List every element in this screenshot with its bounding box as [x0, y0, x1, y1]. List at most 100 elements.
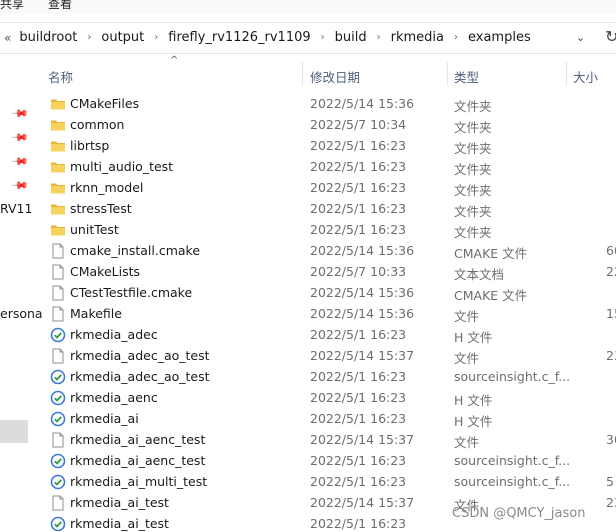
- sourceinsight-icon: [50, 474, 66, 490]
- file-row[interactable]: librtsp 2022/5/1 16:23 文件夹: [30, 136, 616, 157]
- file-size: 22: [606, 264, 616, 279]
- folder-icon: [50, 159, 66, 175]
- nav-item[interactable]: RV11: [0, 201, 32, 216]
- file-row[interactable]: multi_audio_test 2022/5/1 16:23 文件夹: [30, 157, 616, 178]
- file-name: stressTest: [70, 201, 132, 216]
- file-row[interactable]: unitTest 2022/5/1 16:23 文件夹: [30, 220, 616, 241]
- file-name: rknn_model: [70, 180, 144, 195]
- pin-icon: 📌: [10, 152, 30, 171]
- file-name: CMakeFiles: [70, 96, 140, 111]
- file-row[interactable]: CTestTestfile.cmake 2022/5/14 15:36 CMAKE …: [30, 283, 616, 304]
- file-row[interactable]: rkmedia_ai_aenc_test 2022/5/1 16:23 source…: [30, 451, 616, 472]
- chevron-right-icon[interactable]: ›: [154, 32, 158, 43]
- column-divider[interactable]: [447, 62, 448, 86]
- file-row[interactable]: rkmedia_ai_multi_test 2022/5/1 16:23 sourc…: [30, 472, 616, 493]
- file-type: 文件夹: [454, 204, 492, 219]
- folder-icon: [50, 222, 66, 238]
- ribbon-view-tab[interactable]: 查看: [48, 0, 72, 12]
- file-name: CMakeLists: [70, 264, 141, 279]
- address-bar[interactable]: « buildroot › output › firefly_rv1126_rv…: [0, 22, 616, 54]
- file-row[interactable]: rknn_model 2022/5/1 16:23 文件夹: [30, 178, 616, 199]
- overflow-chevron-icon[interactable]: «: [4, 31, 11, 45]
- breadcrumb-item[interactable]: output: [99, 30, 146, 45]
- file-icon: [50, 348, 66, 364]
- file-row[interactable]: rkmedia_adec 2022/5/1 16:23 H 文件: [30, 325, 616, 346]
- chevron-right-icon[interactable]: ›: [454, 32, 458, 43]
- file-date: 2022/5/7 10:34: [310, 117, 407, 132]
- file-name: common: [70, 117, 125, 132]
- file-date: 2022/5/1 16:23: [310, 390, 407, 405]
- file-name: multi_audio_test: [70, 159, 174, 174]
- file-name: librtsp: [70, 138, 110, 153]
- pin-icon: 📌: [10, 104, 30, 123]
- address-dropdown-icon[interactable]: ⌄: [576, 31, 585, 44]
- column-size-header[interactable]: 大小: [573, 67, 598, 86]
- file-row[interactable]: rkmedia_aenc 2022/5/1 16:23 H 文件: [30, 388, 616, 409]
- file-row[interactable]: common 2022/5/7 10:34 文件夹: [30, 115, 616, 136]
- chevron-right-icon[interactable]: ›: [321, 32, 325, 43]
- sourceinsight-icon: [50, 411, 66, 427]
- file-row[interactable]: Makefile 2022/5/14 15:36 文件 152: [30, 304, 616, 325]
- column-name-header[interactable]: 名称: [48, 67, 73, 86]
- file-type: 文件夹: [454, 120, 492, 135]
- file-icon: [50, 306, 66, 322]
- file-icon: [50, 432, 66, 448]
- file-type: sourceinsight.c_f...: [454, 453, 571, 468]
- file-row[interactable]: cmake_install.cmake 2022/5/14 15:36 CMAKE …: [30, 241, 616, 262]
- file-type: H 文件: [454, 414, 493, 429]
- file-date: 2022/5/1 16:23: [310, 138, 407, 153]
- file-date: 2022/5/1 16:23: [310, 369, 407, 384]
- file-size: 30: [606, 432, 616, 447]
- file-name: rkmedia_ai_test: [70, 516, 169, 531]
- column-type-header[interactable]: 类型: [454, 67, 479, 86]
- file-name: Makefile: [70, 306, 122, 321]
- file-row[interactable]: CMakeFiles 2022/5/14 15:36 文件夹: [30, 94, 616, 115]
- pin-icon: 📌: [10, 128, 30, 147]
- nav-item-selected[interactable]: [0, 420, 28, 443]
- file-name: rkmedia_adec_ao_test: [70, 348, 210, 363]
- refresh-icon[interactable]: ↻: [605, 27, 616, 46]
- folder-icon: [50, 117, 66, 133]
- breadcrumb-item[interactable]: rkmedia: [389, 30, 446, 45]
- pin-icon: 📌: [10, 176, 30, 195]
- file-date: 2022/5/1 16:23: [310, 453, 407, 468]
- file-date: 2022/5/1 16:23: [310, 516, 407, 531]
- breadcrumb-item[interactable]: build: [333, 30, 369, 45]
- chevron-right-icon[interactable]: ›: [377, 32, 381, 43]
- file-row[interactable]: CMakeLists 2022/5/7 10:33 文本文档 22: [30, 262, 616, 283]
- breadcrumb-item[interactable]: examples: [466, 30, 533, 45]
- file-row[interactable]: rkmedia_adec_ao_test 2022/5/1 16:23 source…: [30, 367, 616, 388]
- file-date: 2022/5/1 16:23: [310, 159, 407, 174]
- breadcrumb: « buildroot › output › firefly_rv1126_rv…: [4, 30, 533, 45]
- folder-icon: [50, 96, 66, 112]
- chevron-right-icon[interactable]: ›: [87, 32, 91, 43]
- file-icon: [50, 243, 66, 259]
- file-date: 2022/5/1 16:23: [310, 201, 407, 216]
- file-row[interactable]: rkmedia_ai_aenc_test 2022/5/14 15:37 文件 30: [30, 430, 616, 451]
- file-date: 2022/5/14 15:37: [310, 495, 415, 510]
- file-date: 2022/5/14 15:37: [310, 432, 415, 447]
- file-date: 2022/5/1 16:23: [310, 327, 407, 342]
- column-divider[interactable]: [302, 62, 303, 86]
- file-type: 文件夹: [454, 162, 492, 177]
- file-row[interactable]: stressTest 2022/5/1 16:23 文件夹: [30, 199, 616, 220]
- file-row[interactable]: rkmedia_adec_ao_test 2022/5/14 15:37 文件 23: [30, 346, 616, 367]
- folder-icon: [50, 138, 66, 154]
- file-date: 2022/5/14 15:36: [310, 285, 415, 300]
- file-type: 文件夹: [454, 225, 492, 240]
- sourceinsight-icon: [50, 327, 66, 343]
- file-name: cmake_install.cmake: [70, 243, 201, 258]
- file-row[interactable]: rkmedia_ai 2022/5/1 16:23 H 文件: [30, 409, 616, 430]
- file-name: rkmedia_aenc: [70, 390, 158, 405]
- file-size: 23: [606, 348, 616, 363]
- sourceinsight-icon: [50, 369, 66, 385]
- column-divider[interactable]: [566, 62, 567, 86]
- column-date-header[interactable]: 修改日期: [310, 67, 360, 86]
- file-icon: [50, 285, 66, 301]
- ribbon-share-tab[interactable]: 共享: [0, 0, 24, 12]
- folder-icon: [50, 201, 66, 217]
- navigation-pane[interactable]: 📌 📌 📌 📌 RV11 ersona: [0, 55, 43, 532]
- breadcrumb-item[interactable]: buildroot: [17, 30, 79, 45]
- breadcrumb-item[interactable]: firefly_rv1126_rv1109: [166, 30, 312, 45]
- file-icon: [50, 264, 66, 280]
